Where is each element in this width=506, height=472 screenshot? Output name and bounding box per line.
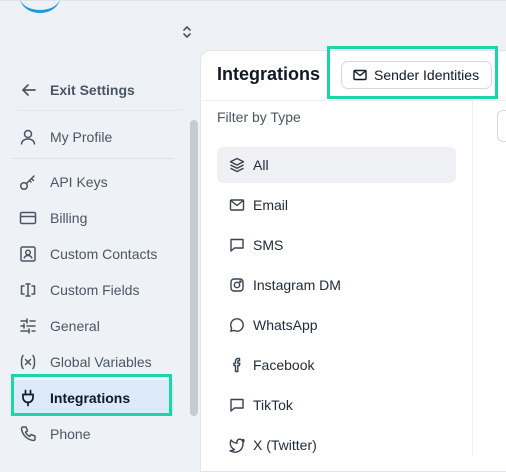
sidebar-item-general[interactable]: General <box>12 308 174 344</box>
sidebar-item-api-keys[interactable]: API Keys <box>12 164 174 200</box>
sliders-icon <box>19 317 37 335</box>
filter-type-tiktok[interactable]: TikTok <box>217 387 456 423</box>
page-title: Integrations <box>217 64 321 84</box>
header-divider <box>200 100 506 101</box>
instagram-icon <box>229 277 245 293</box>
sidebar-item-label: Global Variables <box>50 354 152 370</box>
message-square-icon <box>229 237 245 253</box>
sidebar-item-label: API Keys <box>50 174 108 190</box>
sender-identities-highlight-box <box>327 46 498 99</box>
sidebar-item-my-profile[interactable]: My Profile <box>12 119 174 155</box>
filter-type-label: SMS <box>253 237 284 253</box>
filter-type-label: TikTok <box>253 397 293 413</box>
variable-icon <box>19 353 37 371</box>
whatsapp-icon <box>229 317 245 333</box>
phone-icon <box>19 425 37 443</box>
sidebar-item-label: Phone <box>50 426 91 442</box>
credit-card-icon <box>19 209 37 227</box>
message-square-icon <box>229 397 245 413</box>
exit-settings-label: Exit Settings <box>50 82 135 98</box>
filter-type-whatsapp[interactable]: WhatsApp <box>217 307 456 343</box>
sidebar-item-label: General <box>50 318 100 334</box>
filter-type-sms[interactable]: SMS <box>217 227 456 263</box>
workspace-switcher-icon[interactable] <box>181 24 193 40</box>
sidebar-scrollbar[interactable] <box>190 120 198 416</box>
integrations-highlight-box <box>11 374 172 416</box>
facebook-icon <box>229 357 245 373</box>
sidebar-divider <box>12 158 174 159</box>
text-cursor-icon <box>19 281 37 299</box>
filter-type-label: X (Twitter) <box>253 437 317 453</box>
filter-type-x-twitter[interactable]: X (Twitter) <box>217 427 456 463</box>
sidebar-item-phone[interactable]: Phone <box>12 416 174 452</box>
filter-type-label: All <box>253 157 269 173</box>
filter-type-facebook[interactable]: Facebook <box>217 347 456 383</box>
filter-type-label: Instagram DM <box>253 277 341 293</box>
filter-type-email[interactable]: Email <box>217 187 456 223</box>
contact-card-icon <box>19 245 37 263</box>
mail-icon <box>229 197 245 213</box>
search-input[interactable] <box>497 110 506 142</box>
layers-icon <box>229 157 245 173</box>
top-border <box>0 0 506 1</box>
key-icon <box>19 173 37 191</box>
arrow-left-icon <box>20 81 38 99</box>
filter-type-label: Email <box>253 197 289 213</box>
sidebar-item-custom-contacts[interactable]: Custom Contacts <box>12 236 174 272</box>
filter-type-label: Facebook <box>253 357 315 373</box>
filter-by-type-label: Filter by Type <box>217 109 301 125</box>
column-divider <box>472 101 473 456</box>
sidebar-item-label: Billing <box>50 210 88 226</box>
filter-type-label: WhatsApp <box>253 317 318 333</box>
sidebar-item-custom-fields[interactable]: Custom Fields <box>12 272 174 308</box>
twitter-icon <box>229 437 245 453</box>
sidebar-item-billing[interactable]: Billing <box>12 200 174 236</box>
sidebar-item-label: My Profile <box>50 129 113 145</box>
sidebar-item-label: Custom Contacts <box>50 246 158 262</box>
filter-type-instagram-dm[interactable]: Instagram DM <box>217 267 456 303</box>
exit-settings-button[interactable]: Exit Settings <box>10 70 188 111</box>
app-logo[interactable] <box>20 0 60 13</box>
user-icon <box>19 128 37 146</box>
filter-type-all[interactable]: All <box>217 147 456 183</box>
sidebar-item-label: Custom Fields <box>50 282 140 298</box>
